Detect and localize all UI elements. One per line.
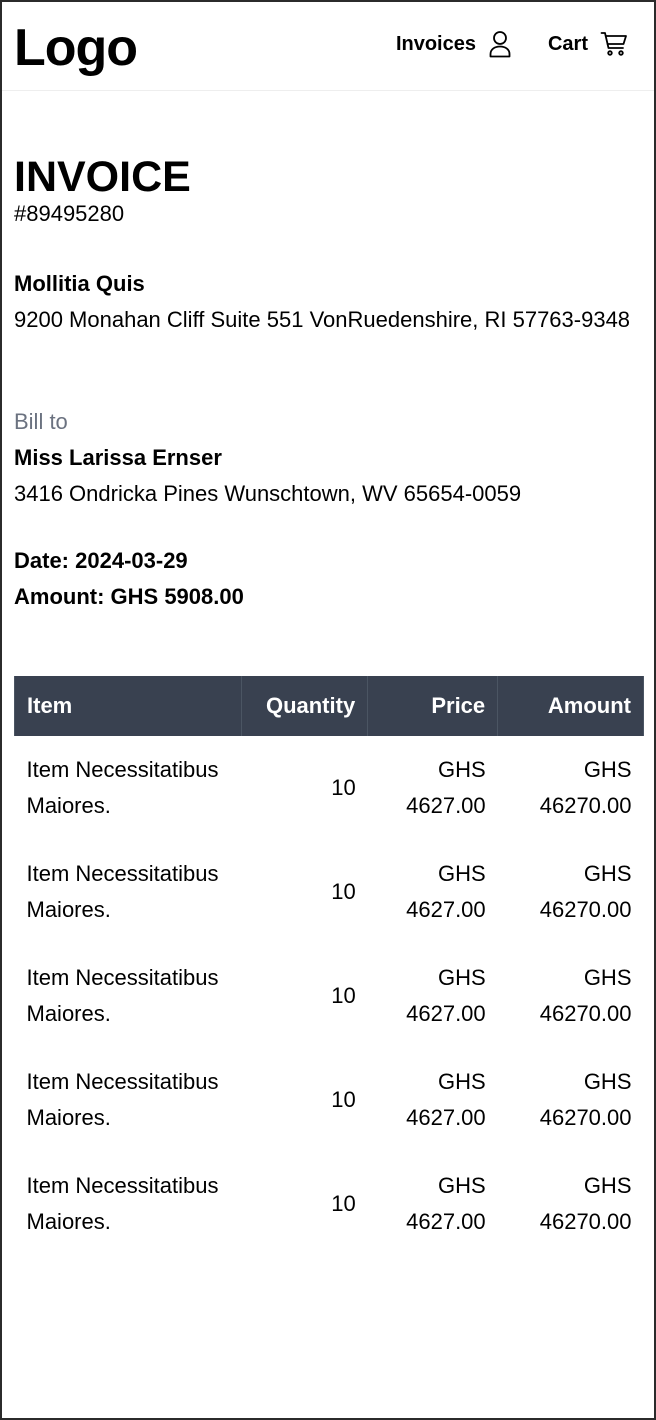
cell-amount: GHS 46270.00 bbox=[539, 757, 632, 818]
cell-amount: GHS 46270.00 bbox=[539, 1069, 632, 1130]
main-nav: Invoices Cart bbox=[396, 30, 628, 58]
cell-item: Item Necessitatibus Maiores. bbox=[26, 965, 219, 1026]
items-table: Item Quantity Price Amount Item Necessit… bbox=[14, 676, 644, 1256]
cart-icon bbox=[600, 32, 627, 56]
invoice-content: INVOICE #89495280 Mollitia Quis 9200 Mon… bbox=[2, 152, 654, 1256]
invoice-meta: Date: 2024-03-29 Amount: GHS 5908.00 bbox=[14, 543, 642, 615]
bill-to-address: 3416 Ondricka Pines Wunschtown, WV 65654… bbox=[14, 481, 522, 506]
column-header-item: Item bbox=[14, 676, 242, 736]
logo[interactable]: Logo bbox=[14, 18, 138, 78]
cell-amount: GHS 46270.00 bbox=[539, 1173, 632, 1234]
invoice-title: INVOICE bbox=[14, 153, 191, 201]
cell-quantity: 10 bbox=[331, 879, 356, 904]
nav-cart-label: Cart bbox=[547, 32, 588, 55]
cell-item: Item Necessitatibus Maiores. bbox=[26, 861, 219, 922]
cell-quantity: 10 bbox=[331, 1087, 356, 1112]
nav-invoices-label: Invoices bbox=[395, 32, 476, 55]
column-header-quantity: Quantity bbox=[240, 676, 369, 736]
table-row: Item Necessitatibus Maiores. 10 GHS 4627… bbox=[15, 1048, 644, 1152]
bill-to-label: Bill to bbox=[14, 409, 68, 434]
cell-price: GHS 4627.00 bbox=[406, 757, 486, 818]
cell-amount: GHS 46270.00 bbox=[539, 965, 632, 1026]
cell-quantity: 10 bbox=[331, 775, 356, 800]
cell-amount: GHS 46270.00 bbox=[539, 861, 632, 922]
bill-to-name: Miss Larissa Ernser bbox=[14, 445, 222, 470]
items-table-header: Item Quantity Price Amount bbox=[14, 676, 644, 736]
invoice-date: Date: 2024-03-29 bbox=[14, 548, 188, 573]
invoice-amount: Amount: GHS 5908.00 bbox=[14, 584, 244, 609]
seller-name: Mollitia Quis bbox=[14, 271, 145, 296]
invoice-number: #89495280 bbox=[14, 201, 125, 226]
items-table-body: Item Necessitatibus Maiores. 10 GHS 4627… bbox=[15, 736, 644, 1256]
top-navbar: Logo Invoices Cart bbox=[2, 2, 654, 91]
user-icon bbox=[489, 31, 511, 58]
table-row: Item Necessitatibus Maiores. 10 GHS 4627… bbox=[15, 1152, 644, 1256]
cell-price: GHS 4627.00 bbox=[406, 861, 486, 922]
cell-price: GHS 4627.00 bbox=[406, 1173, 486, 1234]
cell-item: Item Necessitatibus Maiores. bbox=[26, 1069, 219, 1130]
seller-address: 9200 Monahan Cliff Suite 551 VonRuedensh… bbox=[14, 307, 631, 332]
cell-quantity: 10 bbox=[331, 983, 356, 1008]
table-row: Item Necessitatibus Maiores. 10 GHS 4627… bbox=[15, 840, 644, 944]
nav-invoices-link[interactable]: Invoices bbox=[396, 30, 512, 58]
page-frame: Logo Invoices Cart INVOICE #89495280 Mol… bbox=[0, 0, 656, 1420]
nav-cart-link[interactable]: Cart bbox=[548, 31, 628, 57]
column-header-price: Price bbox=[367, 676, 499, 736]
cell-price: GHS 4627.00 bbox=[406, 1069, 486, 1130]
cell-price: GHS 4627.00 bbox=[406, 965, 486, 1026]
column-header-amount: Amount bbox=[497, 676, 644, 736]
cell-quantity: 10 bbox=[331, 1191, 356, 1216]
cell-item: Item Necessitatibus Maiores. bbox=[26, 1173, 219, 1234]
cell-item: Item Necessitatibus Maiores. bbox=[26, 757, 219, 818]
table-row: Item Necessitatibus Maiores. 10 GHS 4627… bbox=[15, 736, 644, 840]
table-row: Item Necessitatibus Maiores. 10 GHS 4627… bbox=[15, 944, 644, 1048]
